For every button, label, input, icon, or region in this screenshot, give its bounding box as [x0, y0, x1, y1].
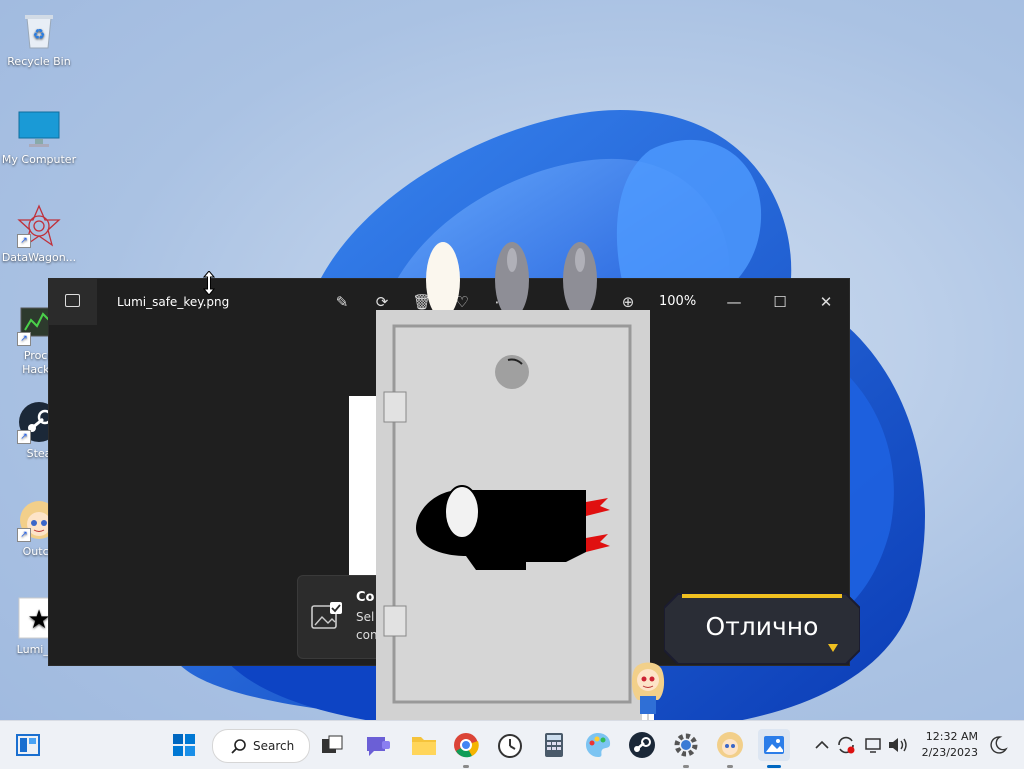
- lumi-mascot: [631, 662, 665, 720]
- search-label: Search: [253, 739, 295, 753]
- start-button-icon[interactable]: [168, 729, 200, 761]
- hinge-top: [383, 391, 407, 423]
- desktop-icon-my-computer[interactable]: My Computer: [0, 106, 78, 167]
- chrome-icon[interactable]: [450, 729, 482, 761]
- paint-icon[interactable]: [582, 729, 614, 761]
- moon-icon[interactable]: [986, 729, 1010, 761]
- desktop-icon-recycle-bin[interactable]: ♻ Recycle Bin: [0, 8, 78, 69]
- volume-icon[interactable]: [886, 729, 910, 761]
- settings-icon[interactable]: [670, 729, 702, 761]
- task-view-icon[interactable]: [316, 729, 348, 761]
- file-name: Lumi_safe_key.png: [117, 295, 230, 309]
- taskbar: Search 12:32 AM 2/23/2023: [0, 720, 1024, 769]
- monitor-icon: [17, 106, 61, 150]
- desktop-icon-label: Recycle Bin: [7, 55, 71, 68]
- zoom-level[interactable]: 100%: [659, 294, 696, 309]
- resize-cursor-icon: [203, 271, 215, 295]
- light-bulb-white: [426, 242, 460, 318]
- photos-app-icon[interactable]: [49, 279, 97, 325]
- clock[interactable]: 12:32 AM 2/23/2023: [912, 729, 978, 761]
- close-button[interactable]: ✕: [811, 287, 841, 317]
- edit-icon[interactable]: ✎: [331, 291, 353, 313]
- chevron-up-icon[interactable]: [812, 729, 832, 761]
- safe-graphic: [376, 242, 650, 720]
- desktop-icon-label: My Computer: [1, 153, 77, 166]
- widgets-icon[interactable]: [12, 729, 44, 761]
- datawagon-icon: ↗: [17, 204, 61, 248]
- file-explorer-icon[interactable]: [408, 729, 440, 761]
- svg-text:♻: ♻: [33, 27, 46, 43]
- minimize-button[interactable]: —: [719, 287, 749, 317]
- search-box[interactable]: Search: [212, 729, 310, 763]
- search-icon: [231, 739, 246, 754]
- clock-date: 2/23/2023: [921, 746, 978, 759]
- sync-icon[interactable]: [834, 729, 858, 761]
- chat-icon[interactable]: [362, 729, 394, 761]
- outcore-taskbar-icon[interactable]: [714, 729, 746, 761]
- desktop-icon-datawagon[interactable]: ↗ DataWagon...: [0, 204, 78, 265]
- steam-taskbar-icon[interactable]: [626, 729, 658, 761]
- toast-line-2: con: [356, 628, 378, 642]
- network-icon[interactable]: [862, 729, 886, 761]
- photos-taskbar-icon[interactable]: [758, 729, 790, 761]
- speech-bubble: [664, 593, 860, 664]
- toast-title: Co: [356, 590, 375, 605]
- recycle-bin-icon: ♻: [17, 8, 61, 52]
- clock-time: 12:32 AM: [925, 730, 978, 743]
- desktop-icon-label: DataWagon...: [1, 251, 77, 264]
- maximize-button[interactable]: ☐: [765, 287, 795, 317]
- calculator-icon[interactable]: [538, 729, 570, 761]
- hinge-bottom: [383, 605, 407, 637]
- clock-app-icon[interactable]: [494, 729, 526, 761]
- photo-check-icon: [311, 602, 342, 629]
- toast-line-1: Sel: [356, 610, 375, 624]
